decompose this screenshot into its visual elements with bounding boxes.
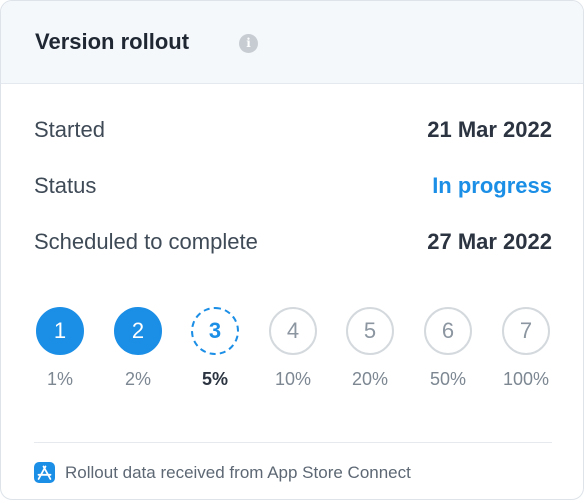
phase-percent: 1% bbox=[46, 369, 73, 389]
phase-step: 7 100% bbox=[496, 307, 556, 390]
card-header: Version rollout i bbox=[1, 1, 583, 84]
scheduled-row: Scheduled to complete 27 Mar 2022 bbox=[34, 226, 552, 258]
phase-percent: 100% bbox=[502, 369, 550, 389]
started-row: Started 21 Mar 2022 bbox=[34, 114, 552, 146]
phase-step: 2 2% bbox=[108, 307, 168, 390]
scheduled-value: 27 Mar 2022 bbox=[427, 229, 552, 254]
phase-step: 5 20% bbox=[340, 307, 400, 390]
phase-percent: 2% bbox=[124, 369, 151, 389]
footer-divider bbox=[34, 442, 552, 443]
card-footer: Rollout data received from App Store Con… bbox=[34, 461, 554, 483]
phase-step: 6 50% bbox=[418, 307, 478, 390]
phase-circle: 5 bbox=[346, 307, 394, 355]
footer-text: Rollout data received from App Store Con… bbox=[65, 463, 411, 482]
info-icon[interactable]: i bbox=[239, 34, 258, 53]
phase-circle: 1 bbox=[36, 307, 84, 355]
started-value: 21 Mar 2022 bbox=[427, 117, 552, 142]
phase-step: 4 10% bbox=[263, 307, 323, 390]
rollout-phases: 1 1% 2 2% 3 5% 4 10% 5 20% 6 50% 7 100% bbox=[1, 307, 583, 397]
phase-circle: 7 bbox=[502, 307, 550, 355]
version-rollout-card: Version rollout i Started 21 Mar 2022 St… bbox=[0, 0, 584, 500]
phase-step: 3 5% bbox=[185, 307, 245, 390]
phase-circle: 3 bbox=[191, 307, 239, 355]
app-store-icon bbox=[34, 462, 55, 483]
phase-circle: 2 bbox=[114, 307, 162, 355]
phase-percent: 10% bbox=[274, 369, 312, 389]
status-value: In progress bbox=[432, 173, 552, 198]
status-label: Status bbox=[34, 173, 97, 198]
phase-percent: 20% bbox=[351, 369, 389, 389]
scheduled-label: Scheduled to complete bbox=[34, 229, 258, 254]
card-title: Version rollout bbox=[35, 29, 190, 54]
phase-percent: 5% bbox=[201, 369, 228, 389]
phase-circle: 6 bbox=[424, 307, 472, 355]
started-label: Started bbox=[34, 117, 105, 142]
status-row: Status In progress bbox=[34, 170, 552, 202]
phase-step: 1 1% bbox=[30, 307, 90, 390]
phase-percent: 50% bbox=[429, 369, 467, 389]
phase-circle: 4 bbox=[269, 307, 317, 355]
